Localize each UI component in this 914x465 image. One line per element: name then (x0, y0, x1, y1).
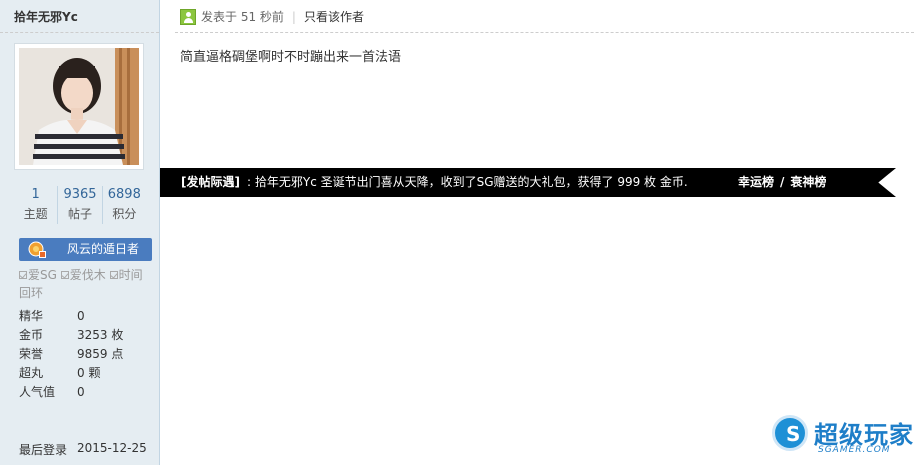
profile-key: 超丸 (19, 366, 44, 380)
user-group-badge[interactable]: 风云的遁日者 (19, 238, 152, 261)
post-content: 简直逼格碉堡啊时不时蹦出来一首法语 (180, 50, 402, 65)
profile-key: 金币 (19, 328, 44, 342)
watermark-logo-letter: S (786, 422, 801, 446)
avatar-portrait (19, 48, 139, 165)
profile-key: 荣誉 (19, 347, 44, 361)
last-login-label: 最后登录 (19, 443, 68, 457)
stat-threads-value[interactable]: 1 (14, 186, 57, 204)
site-watermark: S 超级玩家 SGAMER.COM (770, 413, 914, 461)
checkbox-icon (19, 271, 27, 279)
profile-row: 人气值 0 (19, 383, 149, 402)
checkbox-icon (109, 271, 118, 279)
watermark-subtext: SGAMER.COM (818, 445, 891, 455)
medal-label: 爱伐木 (69, 268, 106, 282)
profile-row: 金币 3253 枚 (19, 326, 149, 345)
stat-points-value[interactable]: 6898 (103, 186, 146, 204)
checkbox-icon (60, 271, 69, 279)
user-online-icon (180, 8, 196, 25)
user-group-name: 风云的遁日者 (67, 242, 140, 256)
stat-posts-label: 帖子 (67, 207, 92, 221)
header-separator: | (291, 9, 296, 24)
profile-key: 精华 (19, 309, 44, 323)
avatar-image (19, 48, 139, 165)
stat-posts[interactable]: 9365 帖子 (57, 186, 101, 224)
unlucky-ranking-link[interactable]: 衰神榜 (790, 175, 826, 189)
stat-points-label: 积分 (112, 207, 137, 221)
group-medal-icon (28, 241, 46, 258)
author-sidebar: 拾年无邪Yc 1 主题 9365 帖子 6898 积分 风云的遁日者 爱SG 爱… (0, 0, 160, 465)
stat-threads[interactable]: 1 主题 (14, 186, 57, 224)
sidebar-divider (0, 32, 159, 33)
avatar[interactable] (14, 43, 144, 170)
stat-threads-label: 主题 (23, 207, 48, 221)
ribbon-link-separator: / (780, 175, 785, 189)
medal-item[interactable]: 爱伐木 (60, 268, 106, 282)
medal-label: 爱SG (28, 268, 57, 282)
stat-points[interactable]: 6898 积分 (101, 186, 146, 224)
profile-value: 3253 枚 (77, 328, 124, 342)
profile-value: 0 (77, 309, 85, 323)
post-luck-ribbon: [发帖际遇] : 拾年无邪Yc 圣诞节出门喜从天降，收到了SG赠送的大礼包，获得… (160, 168, 896, 197)
ribbon-title: [发帖际遇] (181, 175, 240, 189)
profile-value: 0 颗 (77, 366, 101, 380)
author-username[interactable]: 拾年无邪Yc (14, 8, 78, 25)
ribbon-links: 幸运榜 / 衰神榜 (738, 168, 826, 197)
author-stats: 1 主题 9365 帖子 6898 积分 (14, 186, 146, 224)
view-author-only-link[interactable]: 只看该作者 (304, 8, 364, 25)
post-header-divider (175, 32, 914, 33)
profile-row: 精华 0 (19, 307, 149, 326)
profile-value: 9859 点 (77, 347, 124, 361)
profile-row: 超丸 0 颗 (19, 364, 149, 383)
profile-key: 人气值 (19, 385, 56, 399)
ribbon-message: : 拾年无邪Yc 圣诞节出门喜从天降，收到了SG赠送的大礼包，获得了 999 枚… (247, 175, 688, 189)
last-login: 最后登录 2015-12-25 (19, 441, 147, 458)
post-time: 发表于 51 秒前 (201, 10, 284, 24)
medal-item[interactable]: 爱SG (19, 268, 57, 282)
last-login-value: 2015-12-25 (77, 441, 147, 455)
post-header: 发表于 51 秒前 | 只看该作者 (180, 8, 364, 25)
profile-row: 荣誉 9859 点 (19, 345, 149, 364)
profile-details: 精华 0 金币 3253 枚 荣誉 9859 点 超丸 0 颗 人气值 0 (19, 307, 149, 402)
medal-list: 爱SG 爱伐木 时间回环 (19, 266, 151, 302)
lucky-ranking-link[interactable]: 幸运榜 (738, 175, 774, 189)
stat-posts-value[interactable]: 9365 (58, 186, 101, 204)
watermark-logo-icon: S (772, 415, 808, 451)
profile-value: 0 (77, 385, 85, 399)
